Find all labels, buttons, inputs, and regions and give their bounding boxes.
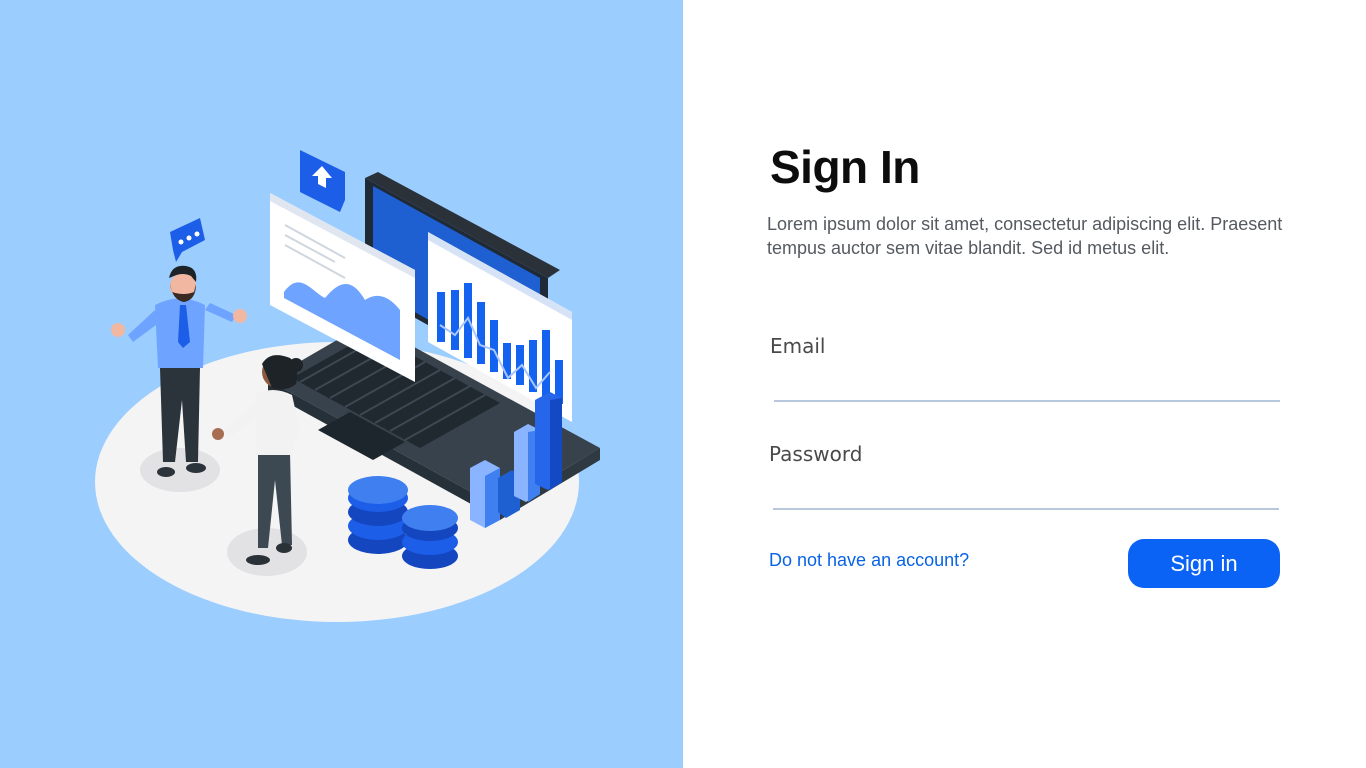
- signup-link[interactable]: Do not have an account?: [769, 550, 969, 571]
- upload-arrow-icon: [300, 150, 345, 212]
- password-field[interactable]: [773, 476, 1279, 510]
- email-label: Email: [770, 334, 826, 358]
- signin-button[interactable]: Sign in: [1128, 539, 1280, 588]
- page-title: Sign In: [770, 141, 920, 193]
- email-field[interactable]: [774, 368, 1280, 402]
- business-analytics-illustration: [95, 150, 600, 622]
- page-description: Lorem ipsum dolor sit amet, consectetur …: [767, 214, 1283, 258]
- chat-bubble-icon: [170, 218, 205, 262]
- signin-panel: Sign In Lorem ipsum dolor sit amet, cons…: [683, 0, 1366, 768]
- illustration-panel: [0, 0, 683, 768]
- password-label: Password: [769, 442, 863, 466]
